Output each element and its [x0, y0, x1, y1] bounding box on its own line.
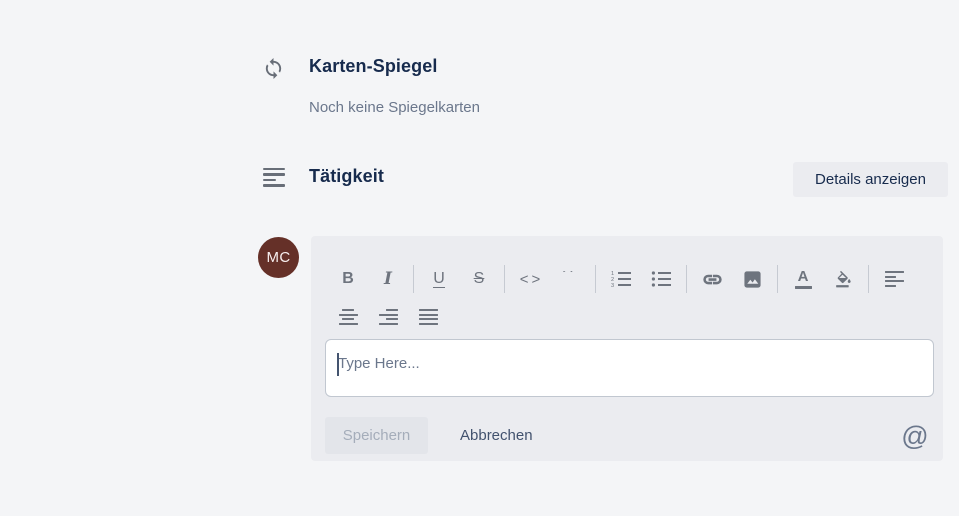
code-block-icon[interactable]: <> [510, 262, 550, 296]
mention-icon[interactable]: @ [900, 420, 930, 452]
toolbar-divider [777, 265, 778, 293]
image-icon[interactable] [732, 262, 772, 296]
italic-icon[interactable]: I [368, 262, 408, 296]
toolbar-divider [868, 265, 869, 293]
comment-input[interactable] [326, 340, 933, 396]
fill-color-icon[interactable] [823, 262, 863, 296]
toolbar-divider [504, 265, 505, 293]
activity-section-title: Tätigkeit [309, 166, 384, 187]
avatar: MC [258, 237, 299, 278]
underline-icon[interactable]: U [419, 262, 459, 296]
editor-toolbar-row-2 [328, 300, 448, 334]
editor-toolbar-row-1: B I U S <> ” 1 2 3 [328, 262, 914, 296]
comment-input-wrapper [325, 339, 934, 397]
sync-icon [262, 57, 285, 85]
align-left-icon[interactable] [874, 262, 914, 296]
bold-icon[interactable]: B [328, 262, 368, 296]
ordered-list-icon[interactable]: 1 2 3 [601, 262, 641, 296]
unordered-list-icon[interactable] [641, 262, 681, 296]
blockquote-icon[interactable]: ” [550, 262, 590, 296]
text-color-icon[interactable]: A [783, 262, 823, 296]
align-right-icon[interactable] [368, 300, 408, 334]
toolbar-divider [686, 265, 687, 293]
align-center-icon[interactable] [328, 300, 368, 334]
link-icon[interactable] [692, 262, 732, 296]
text-cursor [337, 353, 339, 376]
strikethrough-icon[interactable]: S [459, 262, 499, 296]
mirror-section-title: Karten-Spiegel [309, 56, 437, 77]
svg-text:3: 3 [611, 283, 614, 288]
align-justify-icon[interactable] [408, 300, 448, 334]
save-button[interactable]: Speichern [325, 417, 428, 454]
cancel-button[interactable]: Abbrechen [450, 417, 543, 454]
comment-editor-panel: B I U S <> ” 1 2 3 [311, 236, 943, 461]
show-details-button[interactable]: Details anzeigen [793, 162, 948, 197]
activity-icon [263, 168, 285, 187]
toolbar-divider [595, 265, 596, 293]
toolbar-divider [413, 265, 414, 293]
mirror-empty-text: Noch keine Spiegelkarten [309, 99, 480, 116]
